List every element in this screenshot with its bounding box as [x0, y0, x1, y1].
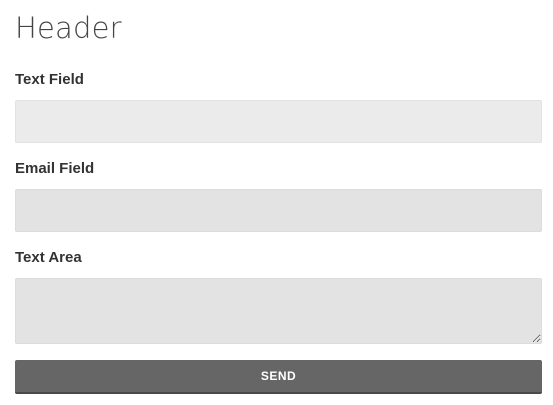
text-area-input[interactable]: [15, 278, 542, 344]
text-field-input[interactable]: [15, 100, 542, 143]
email-field-input[interactable]: [15, 189, 542, 232]
send-button[interactable]: SEND: [15, 360, 542, 394]
email-field-label: Email Field: [15, 160, 95, 177]
text-field-label: Text Field: [15, 71, 84, 88]
text-area-label: Text Area: [15, 249, 82, 266]
page-title: Header: [15, 11, 122, 45]
contact-form: Header Text Field Email Field Text Area …: [0, 0, 553, 405]
